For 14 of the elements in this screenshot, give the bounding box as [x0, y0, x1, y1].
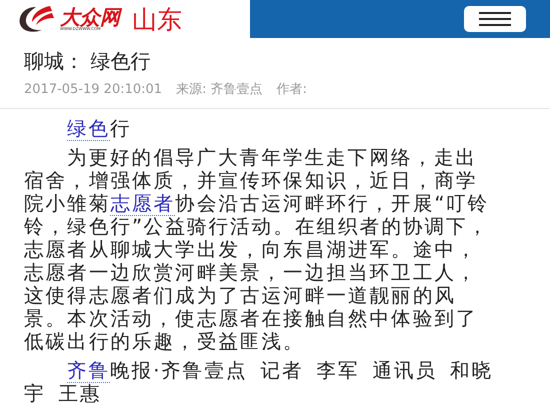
region-name: 山东	[132, 6, 182, 32]
logo-text: 大众网	[60, 7, 120, 27]
article-title: 聊城： 绿色行	[24, 48, 152, 74]
article-author: 作者:	[276, 81, 307, 99]
publish-date: 2017-05-19 20:10:01	[24, 81, 162, 99]
keyword-link[interactable]: 齐鲁	[66, 358, 110, 382]
article-paragraph: 为更好的倡导广大青年学生走下网络，走出宿舍，增强体质，并宣传环保知识，近日，商学院小雏菊志愿者协会沿古运河畔环行，开展“叮铃铃，绿色行”公益骑行活动。在组织者的协调下，志愿者从聊城大学出发，向东昌湖进军。途中，志愿者一边欣赏河畔美景，一边担当环卫工人，这使得志愿者们成为了古运河畔一道靓丽的风景。本次活动，使志愿者在接触自然中体验到了低碳出行的乐趣，受益匪浅。	[24, 146, 490, 352]
article-paragraph: 齐鲁晚报·齐鲁壹点 记者 李军 通讯员 和晓宇 王惠	[24, 358, 494, 404]
keyword-link[interactable]: 绿色	[66, 116, 110, 140]
article-paragraph: 绿色行	[66, 116, 133, 140]
keyword-link[interactable]: 志愿者	[110, 192, 176, 216]
article-source: 来源: 齐鲁壹点	[176, 81, 263, 99]
menu-button[interactable]	[464, 6, 526, 32]
menu-icon	[479, 12, 511, 26]
